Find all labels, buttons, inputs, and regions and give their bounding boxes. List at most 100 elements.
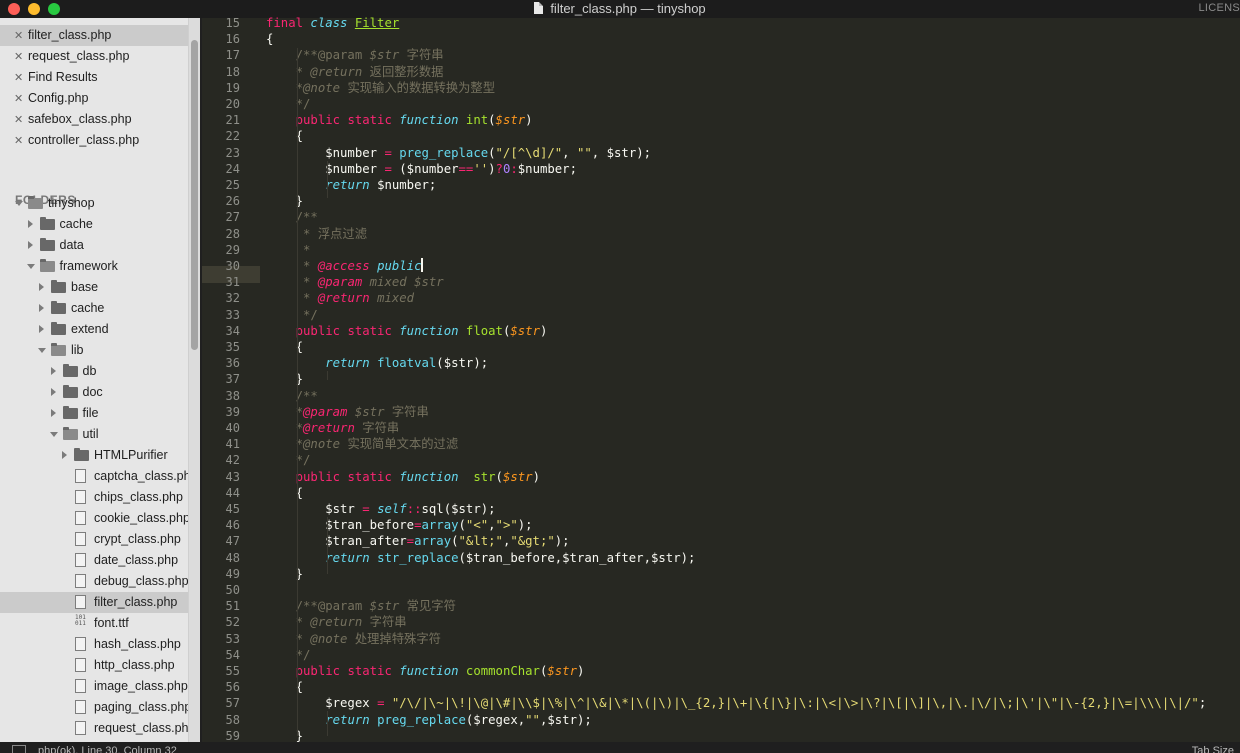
code-line[interactable]: public static function float($str) bbox=[266, 323, 1240, 339]
tree-item[interactable]: debug_class.php bbox=[0, 571, 188, 592]
close-file-icon[interactable]: ✕ bbox=[14, 26, 24, 47]
code-line[interactable]: * bbox=[266, 242, 1240, 258]
code-line[interactable]: { bbox=[266, 128, 1240, 144]
tree-item[interactable]: image_class.php bbox=[0, 676, 188, 697]
disclosure-closed-icon[interactable] bbox=[39, 283, 44, 291]
tree-item[interactable]: util bbox=[0, 424, 188, 445]
open-file-item[interactable]: ✕ Config.php bbox=[0, 88, 188, 109]
tree-item[interactable]: date_class.php bbox=[0, 550, 188, 571]
tree-item[interactable]: file bbox=[0, 403, 188, 424]
disclosure-closed-icon[interactable] bbox=[50, 367, 56, 375]
code-line[interactable]: * @note 处理掉特殊字符 bbox=[266, 631, 1240, 647]
code-line[interactable]: */ bbox=[266, 452, 1240, 468]
code-line[interactable]: } bbox=[266, 566, 1240, 582]
status-tab-size[interactable]: Tab Size bbox=[1192, 745, 1234, 753]
code-line[interactable]: $number = ($number=='')?0:$number; bbox=[266, 161, 1240, 177]
code-line[interactable]: *@param $str 字符串 bbox=[266, 404, 1240, 420]
code-line[interactable]: public static function str($str) bbox=[266, 469, 1240, 485]
disclosure-open-icon[interactable] bbox=[26, 264, 35, 269]
disclosure-closed-icon[interactable] bbox=[27, 220, 33, 228]
tree-item[interactable]: tinyshop bbox=[0, 193, 188, 214]
disclosure-open-icon[interactable] bbox=[15, 201, 23, 206]
tree-item[interactable]: HTMLPurifier bbox=[0, 445, 188, 466]
tree-item[interactable]: request_class.php bbox=[0, 718, 188, 739]
tree-item[interactable]: doc bbox=[0, 382, 188, 403]
tree-item[interactable]: captcha_class.php bbox=[0, 466, 188, 487]
close-file-icon[interactable]: ✕ bbox=[14, 131, 24, 152]
tree-item[interactable]: db bbox=[0, 361, 188, 382]
tree-item[interactable]: crypt_class.php bbox=[0, 529, 188, 550]
tree-item[interactable]: hash_class.php bbox=[0, 634, 188, 655]
tree-item[interactable]: base bbox=[0, 277, 188, 298]
tree-item[interactable]: data bbox=[0, 235, 188, 256]
code-line[interactable]: { bbox=[266, 339, 1240, 355]
code-line[interactable]: { bbox=[266, 485, 1240, 501]
open-file-item[interactable]: ✕ safebox_class.php bbox=[0, 109, 188, 130]
tree-item[interactable]: 101 011 font.ttf bbox=[0, 613, 188, 634]
disclosure-closed-icon[interactable] bbox=[50, 409, 56, 417]
tree-item[interactable]: paging_class.php bbox=[0, 697, 188, 718]
panel-toggle-icon[interactable] bbox=[12, 745, 26, 753]
code-line[interactable]: */ bbox=[266, 307, 1240, 323]
close-file-icon[interactable]: ✕ bbox=[14, 68, 24, 89]
disclosure-closed-icon[interactable] bbox=[27, 241, 33, 249]
code-line[interactable]: *@note 实现输入的数据转换为整型 bbox=[266, 80, 1240, 96]
code-line[interactable]: */ bbox=[266, 96, 1240, 112]
code-line[interactable]: { bbox=[266, 679, 1240, 695]
tree-item[interactable]: cache bbox=[0, 214, 188, 235]
code-line[interactable]: */ bbox=[266, 647, 1240, 663]
tree-item[interactable]: cache bbox=[0, 298, 188, 319]
code-line[interactable] bbox=[266, 582, 1240, 598]
code-line[interactable]: public static function commonChar($str) bbox=[266, 663, 1240, 679]
code-line[interactable]: final class Filter bbox=[266, 15, 1240, 31]
disclosure-open-icon[interactable] bbox=[49, 432, 58, 437]
open-file-item[interactable]: ✕ filter_class.php bbox=[0, 25, 188, 46]
code-line[interactable]: $number = preg_replace("/[^\d]/", "", $s… bbox=[266, 145, 1240, 161]
close-file-icon[interactable]: ✕ bbox=[14, 110, 24, 131]
code-line[interactable]: /**@param $str 字符串 bbox=[266, 47, 1240, 63]
code-line[interactable]: * @return 字符串 bbox=[266, 614, 1240, 630]
close-file-icon[interactable]: ✕ bbox=[14, 89, 24, 110]
code-line[interactable]: return $number; bbox=[266, 177, 1240, 193]
tree-item[interactable]: chips_class.php bbox=[0, 487, 188, 508]
code-line[interactable]: return str_replace($tran_before,$tran_af… bbox=[266, 550, 1240, 566]
line-number: 49 bbox=[225, 566, 240, 581]
disclosure-open-icon[interactable] bbox=[38, 348, 46, 353]
code-line[interactable]: *@note 实现简单文本的过滤 bbox=[266, 436, 1240, 452]
open-file-item[interactable]: ✕ Find Results bbox=[0, 67, 188, 88]
code-line[interactable]: { bbox=[266, 31, 1240, 47]
code-line[interactable]: public static function int($str) bbox=[266, 112, 1240, 128]
open-file-item[interactable]: ✕ controller_class.php bbox=[0, 130, 188, 151]
license-tab-label[interactable]: LICENS bbox=[1198, 2, 1240, 14]
code-line[interactable]: /** bbox=[266, 388, 1240, 404]
code-line[interactable]: * @return 返回整形数据 bbox=[266, 64, 1240, 80]
sidebar-scrollbar-thumb[interactable] bbox=[191, 40, 198, 350]
code-line[interactable]: * @param mixed $str bbox=[266, 274, 1240, 290]
disclosure-closed-icon[interactable] bbox=[39, 325, 44, 333]
disclosure-closed-icon[interactable] bbox=[39, 304, 44, 312]
close-file-icon[interactable]: ✕ bbox=[14, 47, 24, 68]
code-line[interactable]: $str = self::sql($str); bbox=[266, 501, 1240, 517]
code-line[interactable]: } bbox=[266, 371, 1240, 387]
code-line[interactable]: /** bbox=[266, 209, 1240, 225]
code-line[interactable]: $tran_after=array("&lt;","&gt;"); bbox=[266, 533, 1240, 549]
code-line[interactable]: /**@param $str 常见字符 bbox=[266, 598, 1240, 614]
code-line[interactable]: return floatval($str); bbox=[266, 355, 1240, 371]
tree-item[interactable]: lib bbox=[0, 340, 188, 361]
code-line[interactable]: $tran_before=array("<",">"); bbox=[266, 517, 1240, 533]
code-line[interactable]: return preg_replace($regex,"",$str); bbox=[266, 712, 1240, 728]
code-line[interactable]: * 浮点过滤 bbox=[266, 226, 1240, 242]
tree-item[interactable]: http_class.php bbox=[0, 655, 188, 676]
tree-item[interactable]: cookie_class.php bbox=[0, 508, 188, 529]
code-line[interactable]: * @access public bbox=[266, 258, 1240, 274]
tree-item[interactable]: extend bbox=[0, 319, 188, 340]
disclosure-closed-icon[interactable] bbox=[50, 388, 56, 396]
open-file-item[interactable]: ✕ request_class.php bbox=[0, 46, 188, 67]
code-line[interactable]: } bbox=[266, 193, 1240, 209]
tree-item[interactable]: filter_class.php bbox=[0, 592, 188, 613]
disclosure-closed-icon[interactable] bbox=[62, 451, 67, 459]
code-line[interactable]: *@return 字符串 bbox=[266, 420, 1240, 436]
code-line[interactable]: $regex = "/\/|\~|\!|\@|\#|\\$|\%|\^|\&|\… bbox=[266, 695, 1240, 711]
tree-item[interactable]: framework bbox=[0, 256, 188, 277]
code-line[interactable]: * @return mixed bbox=[266, 290, 1240, 306]
